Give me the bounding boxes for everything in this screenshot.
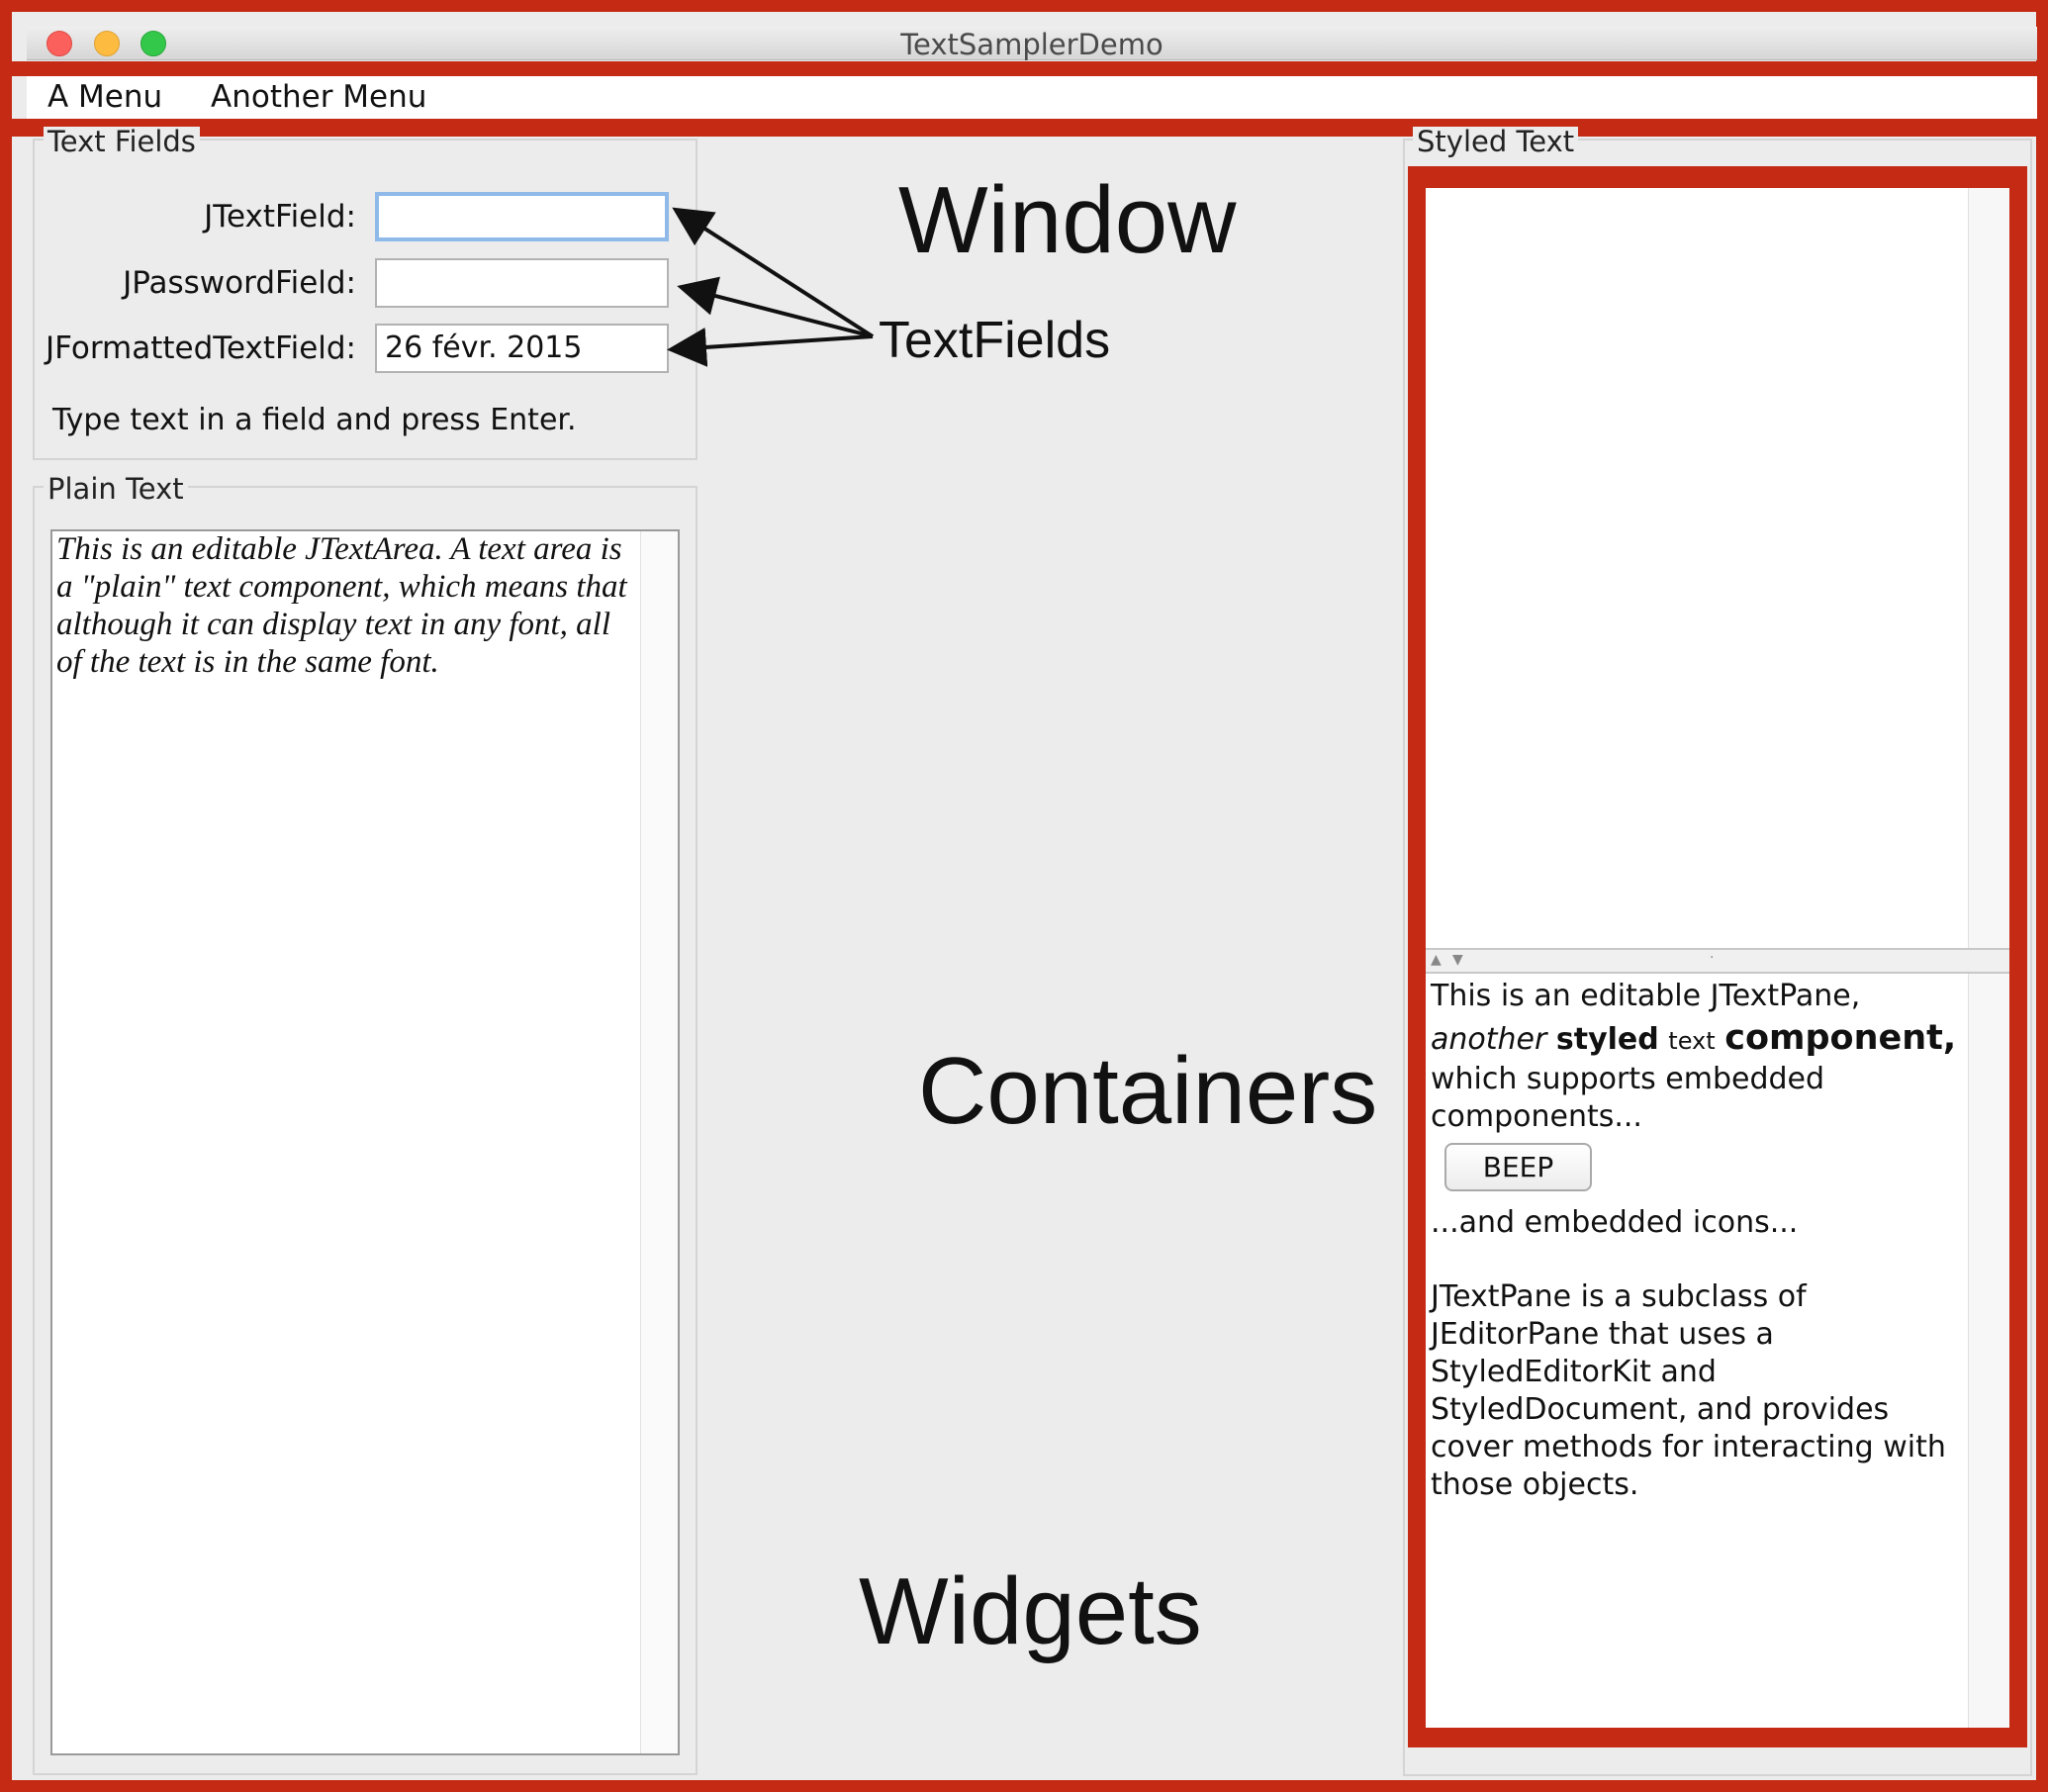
annotation-arrows <box>667 207 875 367</box>
arrow-to-jformattedtextfield <box>667 327 874 367</box>
arrow-to-jtextfield <box>672 207 875 338</box>
arrow-to-jpasswordfield <box>677 276 874 338</box>
